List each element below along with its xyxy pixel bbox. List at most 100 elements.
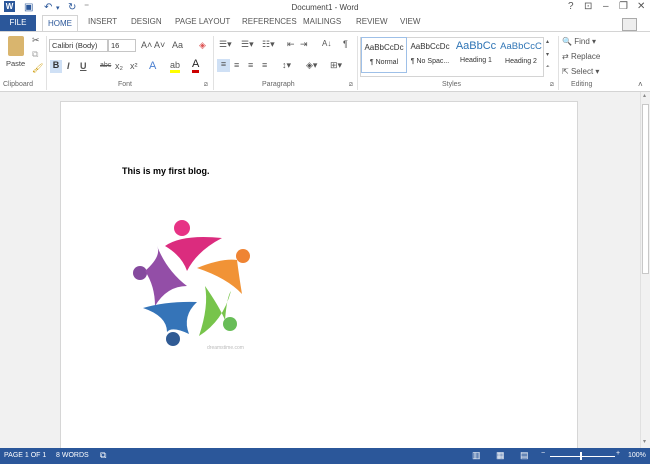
select-icon: ⇱ [562,67,569,76]
shrink-font-button[interactable]: A˅ [154,40,165,50]
replace-icon: ⇄ [562,52,569,61]
style-normal[interactable]: AaBbCcDc ¶ Normal [361,37,407,73]
decrease-indent-icon[interactable]: ⇤ [287,39,295,50]
group-label-editing: Editing [571,81,593,88]
word-count[interactable]: 8 WORDS [56,452,89,459]
italic-button[interactable]: I [67,61,70,71]
zoom-level[interactable]: 100% [628,452,646,459]
tab-view[interactable]: VIEW [400,17,420,26]
redo-icon[interactable]: ↻ [68,2,76,13]
multilevel-list-icon[interactable]: ☷▾ [262,39,275,50]
style-heading-2[interactable]: AaBbCcC Heading 2 [498,37,544,73]
document-page[interactable]: This is my first blog. dreamstime.com [60,101,578,461]
tab-references[interactable]: REFERENCES [242,17,297,26]
ribbon-tabs: FILE HOME INSERT DESIGN PAGE LAYOUT REFE… [0,15,650,32]
tab-insert[interactable]: INSERT [88,17,117,26]
zoom-in-button[interactable]: + [616,450,620,457]
paste-button[interactable]: Paste [6,59,25,68]
undo-dropdown-icon[interactable]: ▾ [56,4,60,12]
proofing-icon[interactable]: ⧉ [100,450,106,461]
show-formatting-button[interactable]: ¶ [343,39,348,49]
group-label-font: Font [118,81,133,88]
grow-font-button[interactable]: A˄ [141,40,152,50]
close-button[interactable]: ✕ [637,1,645,12]
line-spacing-icon[interactable]: ↕▾ [282,60,291,71]
tab-review[interactable]: REVIEW [356,17,388,26]
paste-icon[interactable] [8,36,24,56]
find-icon: 🔍 [562,37,572,46]
group-label-styles: Styles [442,81,462,88]
title-bar: Document1 - Word W ▣ ↶ ▾ ↻ ⁼ ? ⊡ – ❐ ✕ [0,0,650,15]
ribbon-display-options-icon[interactable]: ⊡ [584,1,592,12]
font-size-select[interactable]: 16 [108,39,136,52]
increase-indent-icon[interactable]: ⇥ [300,39,308,50]
read-mode-icon[interactable]: ▥ [472,450,481,461]
borders-icon[interactable]: ⊞▾ [330,60,342,71]
scrollbar-thumb[interactable] [642,104,649,274]
web-layout-icon[interactable]: ▤ [520,450,529,461]
bold-button[interactable]: B [50,60,62,73]
styles-scroll-down-icon[interactable]: ▾ [546,51,549,58]
paragraph-dialog-launcher-icon[interactable]: ⧄ [349,82,353,89]
highlight-color-button[interactable]: ab [170,60,181,73]
zoom-out-button[interactable]: − [541,450,545,457]
scroll-up-icon[interactable]: ▴ [643,92,646,99]
status-bar: PAGE 1 OF 1 8 WORDS ⧉ ▥ ▦ ▤ − + 100% [0,448,650,464]
font-color-button[interactable]: A [192,59,200,73]
style-heading-1[interactable]: AaBbCc Heading 1 [453,37,499,73]
customize-quick-access-icon[interactable]: ⁼ [84,2,89,13]
image-watermark: dreamstime.com [207,345,244,351]
text-effects-button[interactable]: A [149,60,156,72]
zoom-slider-thumb[interactable] [580,452,582,460]
vertical-scrollbar[interactable]: ▴ ▾ [640,92,650,448]
scroll-down-icon[interactable]: ▾ [643,438,646,445]
bullets-icon[interactable]: ☰▾ [219,39,232,50]
styles-dialog-launcher-icon[interactable]: ⧄ [550,82,554,89]
team-circle-logo-image[interactable]: dreamstime.com [127,216,257,351]
tab-file[interactable]: FILE [0,15,36,31]
user-avatar[interactable] [622,18,637,31]
collapse-ribbon-icon[interactable]: ˄ [638,80,643,89]
format-painter-icon[interactable]: 🖌 [32,63,43,74]
underline-button[interactable]: U [80,61,87,71]
shading-icon[interactable]: ◈▾ [306,60,317,71]
document-paragraph[interactable]: This is my first blog. [122,166,210,176]
cut-icon[interactable]: ✂ [32,35,40,46]
window-title: Document1 - Word [291,3,359,12]
justify-icon[interactable]: ≡ [262,60,267,70]
maximize-button[interactable]: ❐ [619,1,628,12]
subscript-button[interactable]: x₂ [115,61,123,71]
undo-icon[interactable]: ↶ [44,2,52,13]
change-case-button[interactable]: Aa [172,40,183,50]
tab-mailings[interactable]: MAILINGS [303,17,341,26]
print-layout-icon[interactable]: ▦ [496,450,505,461]
find-button[interactable]: 🔍 Find ▾ [562,37,596,46]
numbering-icon[interactable]: ☰▾ [241,39,254,50]
align-center-icon[interactable]: ≡ [234,60,239,70]
font-dialog-launcher-icon[interactable]: ⧄ [204,82,208,89]
save-icon[interactable]: ▣ [24,2,33,13]
group-label-paragraph: Paragraph [262,81,295,88]
word-app-icon: W [4,1,15,12]
tab-design[interactable]: DESIGN [131,17,162,26]
select-button[interactable]: ⇱ Select ▾ [562,67,599,76]
tab-page-layout[interactable]: PAGE LAYOUT [175,17,230,26]
minimize-button[interactable]: – [603,1,609,12]
clear-formatting-icon[interactable]: ◈ [199,40,206,51]
strikethrough-button[interactable]: abc [100,62,111,69]
copy-icon[interactable]: ⧉ [32,49,38,60]
replace-button[interactable]: ⇄ Replace [562,52,600,61]
zoom-slider[interactable] [550,456,615,457]
help-icon[interactable]: ? [568,1,574,12]
font-name-select[interactable]: Calibri (Body) [49,39,108,52]
superscript-button[interactable]: x² [130,61,138,71]
align-right-icon[interactable]: ≡ [248,60,253,70]
align-left-icon[interactable]: ≡ [217,59,230,72]
document-area: This is my first blog. dreamstime.com [0,92,640,461]
page-count[interactable]: PAGE 1 OF 1 [4,452,46,459]
tab-home[interactable]: HOME [42,15,78,32]
styles-scroll-up-icon[interactable]: ▴ [546,38,549,45]
style-no-spacing[interactable]: AaBbCcDc ¶ No Spac... [407,37,453,73]
sort-button[interactable]: A↓ [322,39,331,48]
styles-more-icon[interactable]: ⩡ [546,64,549,71]
